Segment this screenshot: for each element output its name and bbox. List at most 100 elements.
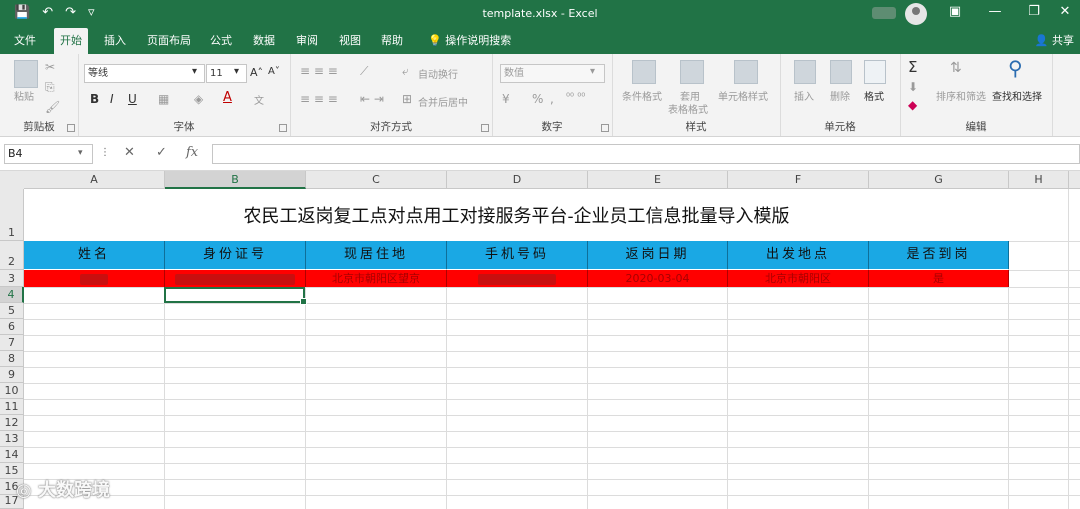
- formula-input[interactable]: [212, 144, 1080, 164]
- active-cell-b4[interactable]: [164, 287, 307, 305]
- font-launcher-icon[interactable]: [279, 124, 287, 132]
- sort-filter-button[interactable]: 排序和筛选: [936, 88, 986, 103]
- font-name-dropdown-icon[interactable]: ▾: [192, 66, 197, 77]
- delete-cells-button[interactable]: 删除: [830, 88, 850, 103]
- row-header-6[interactable]: 6: [0, 319, 24, 335]
- sheet-title-cell[interactable]: 农民工返岗复工点对点用工对接服务平台-企业员工信息批量导入模版: [24, 189, 1009, 241]
- format-cells-icon[interactable]: [864, 60, 886, 84]
- cell-a3[interactable]: [24, 270, 165, 287]
- number-format-dropdown-icon[interactable]: ▾: [590, 66, 595, 77]
- tab-page-layout[interactable]: 页面布局: [141, 28, 197, 54]
- row-header-8[interactable]: 8: [0, 351, 24, 367]
- cell-c3[interactable]: 北京市朝阳区望京: [306, 270, 447, 287]
- fill-icon[interactable]: ⬇: [908, 80, 918, 94]
- search-icon[interactable]: ⚲: [1008, 56, 1023, 80]
- insert-cells-icon[interactable]: [794, 60, 816, 84]
- row-header-11[interactable]: 11: [0, 399, 24, 415]
- column-header-a[interactable]: A: [24, 171, 165, 189]
- column-header-c[interactable]: C: [306, 171, 447, 189]
- close-button[interactable]: ✕: [1053, 4, 1077, 19]
- border-icon[interactable]: ▦: [158, 92, 169, 106]
- cut-icon[interactable]: ✂: [45, 60, 55, 74]
- cancel-entry-button[interactable]: ✕: [124, 145, 135, 160]
- tab-help[interactable]: 帮助: [375, 28, 409, 54]
- header-cell-address[interactable]: 现居住地: [306, 241, 447, 269]
- avatar[interactable]: [905, 3, 927, 25]
- tab-insert[interactable]: 插入: [98, 28, 132, 54]
- cell-g3[interactable]: 是: [869, 270, 1009, 287]
- row-header-14[interactable]: 14: [0, 447, 24, 463]
- column-header-b[interactable]: B: [165, 171, 306, 189]
- tell-me-search[interactable]: 💡 操作说明搜索: [422, 28, 517, 54]
- tab-review[interactable]: 审阅: [290, 28, 324, 54]
- top-align-icon[interactable]: ≡ ≡ ≡: [300, 64, 338, 78]
- row-header-9[interactable]: 9: [0, 367, 24, 383]
- underline-button[interactable]: U: [128, 92, 137, 106]
- minimize-button[interactable]: —: [983, 4, 1007, 19]
- orientation-icon[interactable]: ⟋: [360, 64, 368, 79]
- font-size-select[interactable]: 11: [206, 64, 247, 83]
- bold-button[interactable]: B: [90, 92, 99, 106]
- merge-center-icon[interactable]: ⊞: [402, 92, 412, 106]
- cell-e3[interactable]: 2020-03-04: [588, 270, 728, 287]
- row-header-1[interactable]: 1: [0, 189, 24, 241]
- tab-view[interactable]: 视图: [333, 28, 367, 54]
- format-cells-button[interactable]: 格式: [864, 88, 884, 103]
- format-as-table-line2[interactable]: 表格格式: [668, 101, 708, 116]
- column-header-e[interactable]: E: [588, 171, 728, 189]
- shrink-font-button[interactable]: A˅: [268, 66, 280, 77]
- column-header-g[interactable]: G: [869, 171, 1009, 189]
- left-align-icon[interactable]: ≡ ≡ ≡: [300, 92, 338, 106]
- merge-center-button[interactable]: 合并后居中: [418, 94, 468, 109]
- conditional-format-icon[interactable]: [632, 60, 656, 84]
- decimal-icon[interactable]: ⁰⁰ ⁰⁰: [566, 92, 585, 103]
- autosum-button[interactable]: Σ: [908, 58, 917, 76]
- header-cell-arrived[interactable]: 是否到岗: [869, 241, 1009, 269]
- format-painter-icon[interactable]: 🖌: [45, 100, 60, 114]
- share-button[interactable]: 👤 共享: [1035, 28, 1074, 54]
- currency-icon[interactable]: ¥: [502, 92, 510, 106]
- header-cell-departure[interactable]: 出发地点: [728, 241, 869, 269]
- header-cell-id-number[interactable]: 身份证号: [165, 241, 306, 269]
- insert-cells-button[interactable]: 插入: [794, 88, 814, 103]
- column-header-d[interactable]: D: [447, 171, 588, 189]
- percent-button[interactable]: %: [532, 92, 543, 106]
- delete-cells-icon[interactable]: [830, 60, 852, 84]
- clipboard-launcher-icon[interactable]: [67, 124, 75, 132]
- tab-file[interactable]: 文件: [8, 28, 42, 54]
- find-select-button[interactable]: 查找和选择: [992, 88, 1042, 103]
- comma-button[interactable]: ,: [550, 92, 554, 106]
- cell-styles-icon[interactable]: [734, 60, 758, 84]
- column-header-h[interactable]: H: [1009, 171, 1069, 189]
- header-cell-phone[interactable]: 手机号码: [447, 241, 588, 269]
- fill-color-icon[interactable]: ◈: [194, 92, 203, 106]
- column-header-f[interactable]: F: [728, 171, 869, 189]
- row-header-12[interactable]: 12: [0, 415, 24, 431]
- select-all-corner[interactable]: [0, 171, 25, 190]
- row-header-3[interactable]: 3: [0, 270, 24, 287]
- tab-data[interactable]: 数据: [247, 28, 281, 54]
- worksheet-grid[interactable]: 农民工返岗复工点对点用工对接服务平台-企业员工信息批量导入模版 姓名 身份证号 …: [24, 189, 1080, 509]
- clear-icon[interactable]: ◆: [908, 98, 917, 112]
- confirm-entry-button[interactable]: ✓: [156, 145, 167, 160]
- cell-f3[interactable]: 北京市朝阳区: [728, 270, 869, 287]
- header-cell-name[interactable]: 姓名: [24, 241, 165, 269]
- font-name-select[interactable]: 等线: [84, 64, 205, 83]
- wrap-text-icon[interactable]: ⤶: [402, 64, 409, 79]
- indent-icon[interactable]: ⇤ ⇥: [360, 92, 384, 106]
- font-size-dropdown-icon[interactable]: ▾: [234, 66, 239, 77]
- ribbon-display-icon[interactable]: ▣: [943, 4, 967, 19]
- copy-icon[interactable]: ⎘: [45, 80, 55, 95]
- phonetic-icon[interactable]: 文: [254, 92, 264, 107]
- row-header-5[interactable]: 5: [0, 303, 24, 319]
- tab-formulas[interactable]: 公式: [204, 28, 238, 54]
- restore-button[interactable]: ❐: [1022, 4, 1046, 19]
- italic-button[interactable]: I: [110, 92, 114, 106]
- name-box-dropdown-icon[interactable]: ▾: [78, 148, 83, 158]
- row-header-10[interactable]: 10: [0, 383, 24, 399]
- format-as-table-icon[interactable]: [680, 60, 704, 84]
- row-header-2[interactable]: 2: [0, 241, 24, 270]
- grow-font-button[interactable]: A˄: [250, 66, 263, 79]
- cell-styles-button[interactable]: 单元格样式: [718, 88, 768, 103]
- row-header-4[interactable]: 4: [0, 287, 24, 303]
